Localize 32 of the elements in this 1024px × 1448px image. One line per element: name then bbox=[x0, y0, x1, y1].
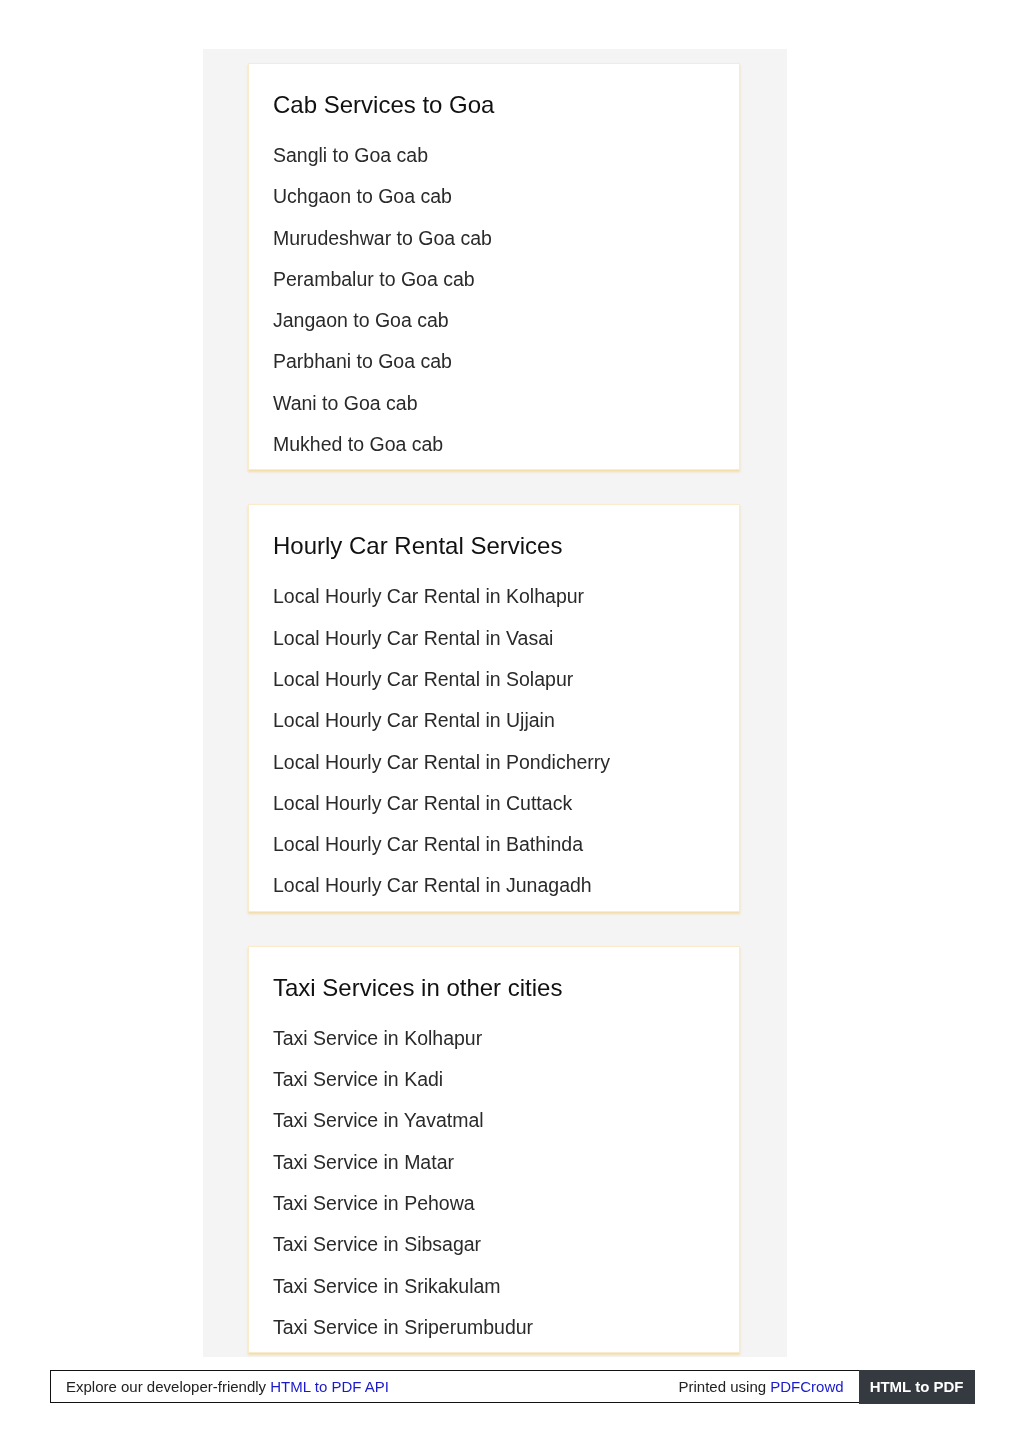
list-link[interactable]: Sangli to Goa cab bbox=[273, 135, 429, 177]
footer-link[interactable]: HTML to PDF API bbox=[270, 1378, 389, 1396]
list-link[interactable]: Local Hourly Car Rental in Ujjain bbox=[273, 700, 555, 742]
footer-text: Explore our developer-friendly HTML to PDF API bbox=[66, 1378, 389, 1396]
list-link[interactable]: Taxi Service in Pehowa bbox=[273, 1182, 475, 1225]
list-link[interactable]: Local Hourly Car Rental in Bathinda bbox=[273, 824, 583, 866]
list-link[interactable]: Taxi Service in Kolhapur bbox=[273, 1017, 483, 1060]
list-link[interactable]: Taxi Service in Sriperumbudur bbox=[273, 1306, 534, 1349]
list-link[interactable]: Jangaon to Goa cab bbox=[273, 300, 449, 342]
list-link[interactable]: Local Hourly Car Rental in Pondicherry bbox=[273, 741, 611, 783]
section-title: Cab Services to Goa bbox=[273, 90, 496, 120]
list-link[interactable]: Taxi Service in Kadi bbox=[273, 1059, 444, 1101]
list-link[interactable]: Taxi Service in Srikakulam bbox=[273, 1265, 501, 1307]
list-link[interactable]: Perambalur to Goa cab bbox=[273, 258, 475, 301]
list-link[interactable]: Local Hourly Car Rental in Solapur bbox=[273, 658, 574, 701]
list-link[interactable]: Mukhed to Goa cab bbox=[273, 424, 444, 466]
convert-button[interactable]: HTML to PDF bbox=[858, 1369, 975, 1404]
list-link[interactable]: Local Hourly Car Rental in Kolhapur bbox=[273, 576, 585, 618]
list-link[interactable]: Taxi Service in Sibsagar bbox=[273, 1224, 482, 1266]
list-link[interactable]: Local Hourly Car Rental in Vasai bbox=[273, 617, 554, 659]
list-link[interactable]: Parbhani to Goa cab bbox=[273, 341, 452, 383]
list-link[interactable]: Local Hourly Car Rental in Junagadh bbox=[273, 865, 592, 907]
section-title: Hourly Car Rental Services bbox=[273, 531, 564, 562]
footer-link[interactable]: PDFCrowd bbox=[770, 1378, 844, 1396]
list-link[interactable]: Taxi Service in Yavatmal bbox=[273, 1100, 484, 1142]
list-link[interactable]: Local Hourly Car Rental in Cuttack bbox=[273, 782, 573, 825]
list-link[interactable]: Murudeshwar to Goa cab bbox=[273, 217, 492, 259]
list-link[interactable]: Uchgaon to Goa cab bbox=[273, 176, 452, 218]
footer-text: Printed using PDFCrowd bbox=[678, 1378, 844, 1396]
section-title: Taxi Services in other cities bbox=[273, 972, 564, 1003]
list-link[interactable]: Wani to Goa cab bbox=[273, 382, 418, 425]
list-link[interactable]: Taxi Service in Matar bbox=[273, 1141, 454, 1183]
